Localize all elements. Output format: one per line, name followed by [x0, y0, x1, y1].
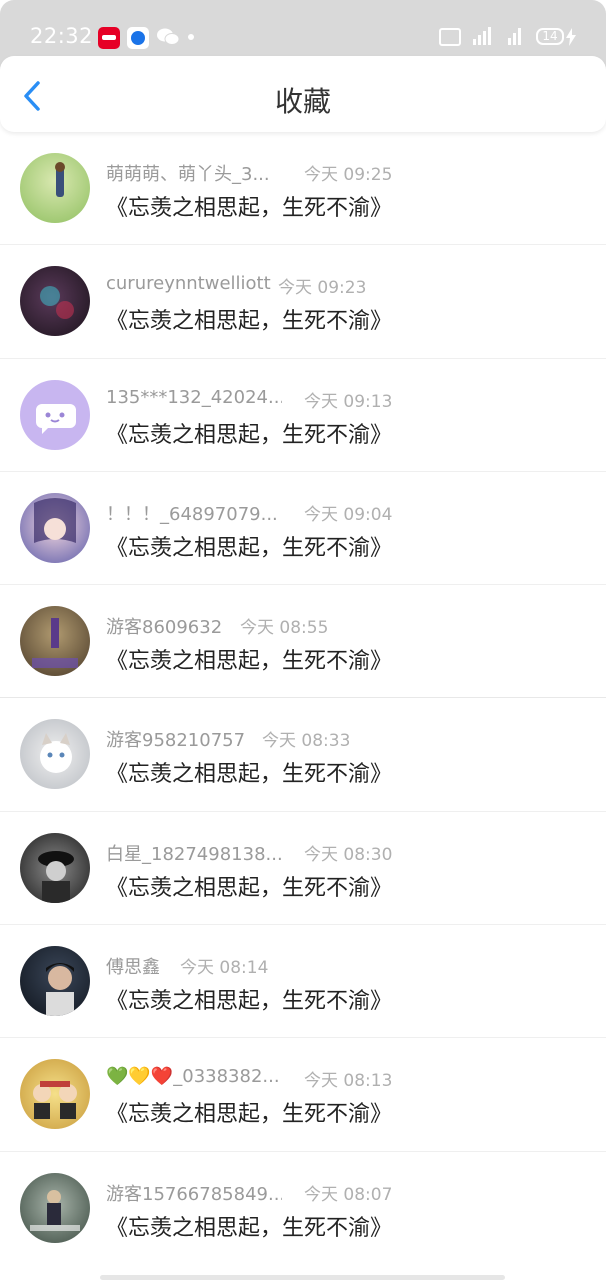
wechat-icon — [156, 26, 180, 48]
charging-icon — [566, 28, 576, 46]
timestamp: 今天 09:23 — [278, 278, 367, 299]
timestamp: 今天 09:04 — [304, 504, 393, 525]
home-indicator — [100, 1275, 505, 1280]
user-name: 135***132_42024... — [106, 386, 282, 408]
user-name: curureynntwelliott — [106, 273, 271, 295]
item-title: 《忘羡之相思起，生死不渝》 — [106, 196, 393, 221]
notification-dot-icon — [188, 34, 194, 40]
item-title: 《忘羡之相思起，生死不渝》 — [106, 649, 393, 675]
list-item[interactable]: 💚💛❤️_0338382... 今天 08:13 《忘羡之相思起，生死不渝》 — [0, 1038, 606, 1152]
signal-icon — [507, 26, 521, 46]
red-app-icon — [98, 27, 120, 49]
timestamp: 今天 09:25 — [304, 165, 393, 185]
avatar — [20, 946, 90, 1017]
avatar — [20, 832, 90, 903]
list-item[interactable]: 萌萌萌、萌丫头_3... 今天 09:25 《忘羡之相思起，生死不渝》 — [0, 132, 606, 246]
user-name: 游客958210757 — [106, 730, 246, 752]
list-item[interactable]: 135***132_42024... 今天 09:13 《忘羡之相思起，生死不渝… — [0, 359, 606, 472]
user-name: 游客8609632 — [106, 617, 223, 639]
list-item[interactable]: 傅思鑫 今天 08:14 《忘羡之相思起，生死不渝》 — [0, 925, 606, 1039]
avatar — [20, 153, 90, 223]
item-title: 《忘羡之相思起，生死不渝》 — [106, 422, 393, 448]
user-name: 白星_1827498138... — [106, 843, 282, 865]
signal-4g-icon — [471, 26, 491, 46]
page-title: 收藏 — [274, 85, 331, 118]
blue-app-icon — [127, 27, 149, 49]
timestamp: 今天 08:30 — [304, 844, 393, 865]
item-title: 《忘羡之相思起，生死不渝》 — [106, 1102, 393, 1128]
user-name: 萌萌萌、萌丫头_3... — [106, 164, 270, 185]
list-item[interactable]: curureynntwelliott 今天 09:23 《忘羡之相思起，生死不渝… — [0, 245, 606, 359]
favorites-list: 萌萌萌、萌丫头_3... 今天 09:25 《忘羡之相思起，生死不渝》 curu… — [0, 132, 606, 1265]
timestamp: 今天 09:13 — [304, 391, 393, 412]
list-item[interactable]: ！！！_64897079... 今天 09:04 《忘羡之相思起，生死不渝》 — [0, 472, 606, 586]
timestamp: 今天 08:55 — [240, 618, 329, 639]
item-title: 《忘羡之相思起，生死不渝》 — [106, 1215, 393, 1241]
user-name: 傅思鑫 — [106, 957, 160, 979]
user-name: 💚💛❤️_0338382... — [106, 1066, 280, 1088]
item-title: 《忘羡之相思起，生死不渝》 — [106, 535, 393, 561]
item-title: 《忘羡之相思起，生死不渝》 — [106, 875, 393, 901]
item-title: 《忘羡之相思起，生死不渝》 — [106, 309, 393, 335]
timestamp: 今天 08:14 — [180, 958, 269, 979]
item-title: 《忘羡之相思起，生死不渝》 — [106, 762, 393, 788]
avatar — [20, 379, 90, 450]
battery-icon: 14 — [536, 28, 564, 45]
timestamp: 今天 08:07 — [304, 1184, 393, 1205]
avatar — [20, 492, 90, 563]
header: 收藏 — [0, 56, 606, 132]
user-name: 游客15766785849... — [106, 1183, 282, 1205]
avatar — [20, 1172, 90, 1243]
avatar — [20, 1059, 90, 1130]
avatar — [20, 719, 90, 790]
avatar — [20, 606, 90, 677]
status-time: 22:32 — [30, 24, 94, 48]
list-item[interactable]: 游客8609632 今天 08:55 《忘羡之相思起，生死不渝》 — [0, 585, 606, 699]
item-title: 《忘羡之相思起，生死不渝》 — [106, 989, 393, 1015]
list-item[interactable]: 游客958210757 今天 08:33 《忘羡之相思起，生死不渝》 — [0, 698, 606, 812]
timestamp: 今天 08:33 — [262, 731, 351, 752]
timestamp: 今天 08:13 — [304, 1071, 393, 1092]
list-item[interactable]: 白星_1827498138... 今天 08:30 《忘羡之相思起，生死不渝》 — [0, 812, 606, 926]
user-name: ！！！_64897079... — [106, 503, 278, 525]
list-item[interactable]: 游客15766785849... 今天 08:07 《忘羡之相思起，生死不渝》 — [0, 1152, 606, 1265]
avatar — [20, 266, 90, 337]
hd-icon — [439, 28, 461, 46]
